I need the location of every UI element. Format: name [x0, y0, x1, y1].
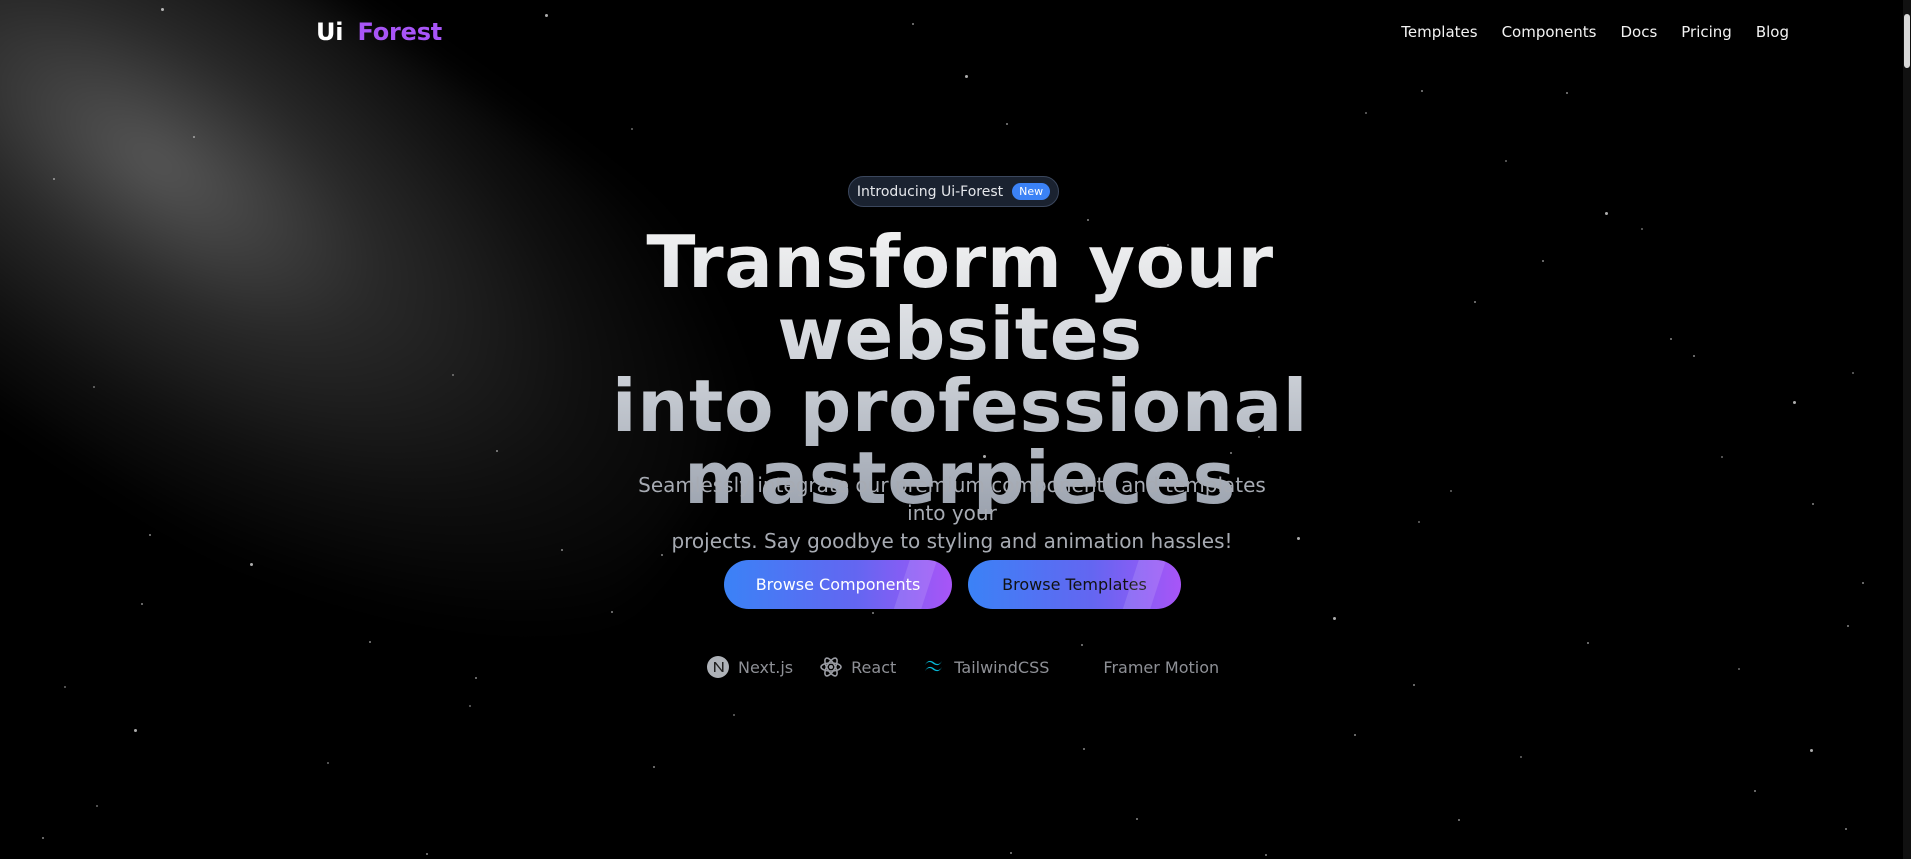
- intro-pill-text: Introducing Ui-Forest: [856, 183, 1004, 200]
- hero-section: Introducing Ui-Forest New Transform your…: [0, 0, 1911, 859]
- tech-stack: Next.js React TailwindCSS Framer Motion: [706, 655, 1219, 679]
- tech-item-framer-motion: Framer Motion: [1103, 658, 1219, 677]
- new-badge: New: [1012, 183, 1051, 200]
- tech-item-tailwind: TailwindCSS: [922, 655, 1049, 679]
- hero-subtext: Seamlessly integrate our premium compone…: [622, 471, 1282, 555]
- react-icon: [819, 655, 843, 679]
- next-icon: [706, 655, 730, 679]
- browse-components-button[interactable]: Browse Components: [724, 560, 952, 609]
- scrollbar-thumb[interactable]: [1904, 14, 1910, 68]
- vertical-scrollbar[interactable]: [1903, 0, 1911, 859]
- tech-item-nextjs: Next.js: [706, 655, 793, 679]
- subtext-line-1: Seamlessly integrate our premium compone…: [638, 473, 1266, 525]
- tech-react-label: React: [851, 657, 897, 677]
- tailwind-icon: [922, 655, 946, 679]
- intro-pill[interactable]: Introducing Ui-Forest New: [848, 176, 1059, 207]
- headline-line-1: Transform your websites: [646, 220, 1274, 376]
- tech-nextjs-label: Next.js: [738, 657, 794, 677]
- subtext-line-2: projects. Say goodbye to styling and ani…: [671, 529, 1233, 553]
- tech-item-react: React: [819, 655, 896, 679]
- browse-templates-button[interactable]: Browse Templates: [968, 560, 1181, 609]
- tech-tailwind-label: TailwindCSS: [954, 657, 1050, 677]
- landing-page: Ui Forest Templates Components Docs Pric…: [0, 0, 1911, 859]
- tech-framer-label: Framer Motion: [1103, 657, 1220, 677]
